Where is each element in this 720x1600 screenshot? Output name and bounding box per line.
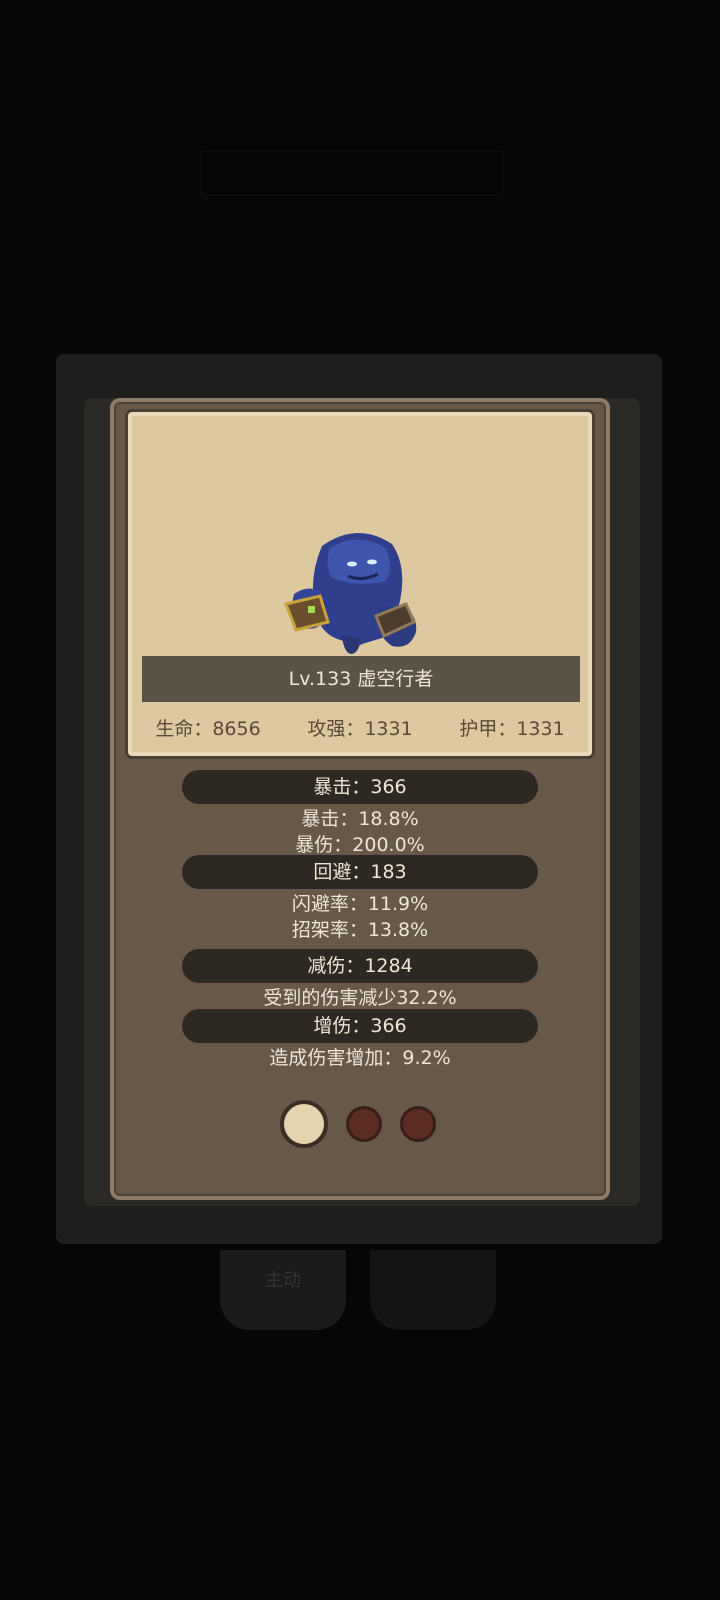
crit-rate-line: 暴击：18.8% [301, 808, 419, 830]
page-dot-2[interactable] [346, 1106, 382, 1142]
page-dot-1[interactable] [280, 1100, 328, 1148]
background-tab-active: 主动 [220, 1250, 346, 1330]
screen: 主动 Lv.133 虚空行者 生命：8656 攻强：1331 护甲：1331 暴… [0, 0, 720, 1600]
monster-portrait-panel: Lv.133 虚空行者 生命：8656 攻强：1331 护甲：1331 [128, 412, 592, 756]
attack-power-stat: 攻强：1331 [307, 718, 413, 740]
dodge-header: 回避：183 [182, 855, 538, 889]
background-title-bar [200, 150, 504, 196]
damage-increase-line: 造成伤害增加：9.2% [269, 1047, 451, 1069]
page-indicator [114, 1100, 606, 1150]
crit-header: 暴击：366 [182, 770, 538, 804]
monster-name-bar: Lv.133 虚空行者 [142, 656, 580, 702]
page-dot-3[interactable] [400, 1106, 436, 1142]
monster-illustration [283, 532, 417, 654]
monster-base-stats: 生命：8656 攻强：1331 护甲：1331 [132, 712, 588, 746]
damage-reduction-header: 减伤：1284 [182, 949, 538, 983]
hp-stat: 生命：8656 [155, 718, 261, 740]
armor-stat: 护甲：1331 [459, 718, 565, 740]
parry-rate-line: 招架率：13.8% [291, 919, 429, 941]
damage-reduction-line: 受到的伤害减少32.2% [263, 987, 457, 1009]
dodge-rate-line: 闪避率：11.9% [291, 893, 429, 915]
background-tab-other [370, 1250, 496, 1330]
monster-info-card[interactable]: Lv.133 虚空行者 生命：8656 攻强：1331 护甲：1331 暴击：3… [110, 398, 610, 1200]
damage-increase-header: 增伤：366 [182, 1009, 538, 1043]
